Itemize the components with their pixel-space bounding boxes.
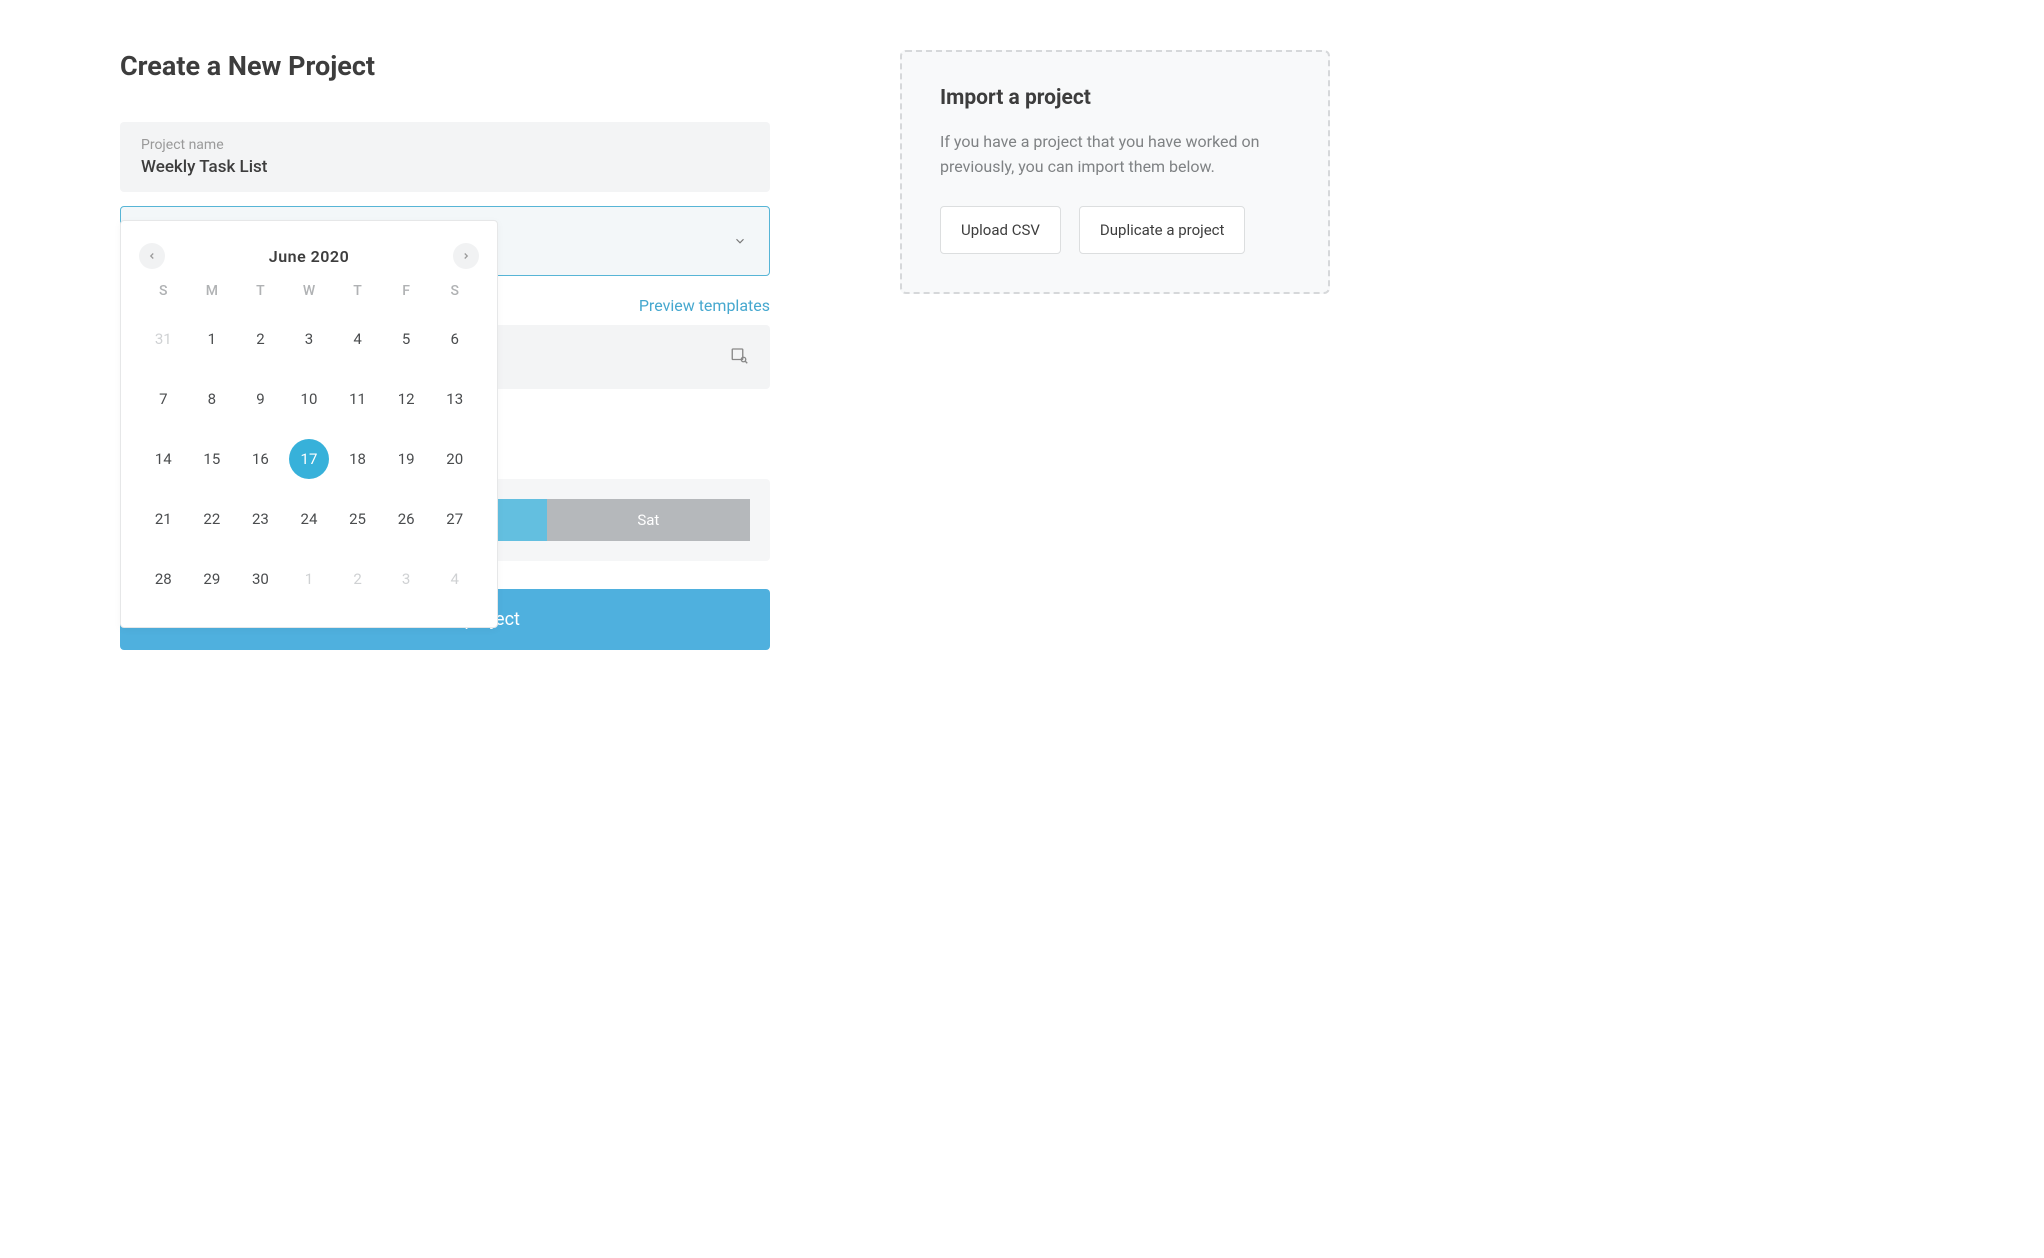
calendar-day[interactable]: 4: [338, 319, 378, 359]
calendar-day[interactable]: 5: [386, 319, 426, 359]
calendar-day[interactable]: 8: [192, 379, 232, 419]
chevron-down-icon: [733, 234, 747, 248]
calendar-dow: S: [139, 283, 188, 299]
calendar-day[interactable]: 11: [338, 379, 378, 419]
create-project-form: Create a New Project Project name Start …: [120, 50, 770, 650]
calendar-day[interactable]: 30: [240, 559, 280, 599]
page-title: Create a New Project: [120, 50, 770, 82]
calendar-day[interactable]: 2: [240, 319, 280, 359]
calendar-dow: F: [382, 283, 431, 299]
calendar-day[interactable]: 4: [435, 559, 475, 599]
calendar-day[interactable]: 31: [143, 319, 183, 359]
calendar-dow: S: [430, 283, 479, 299]
calendar-day[interactable]: 25: [338, 499, 378, 539]
calendar-day[interactable]: 9: [240, 379, 280, 419]
calendar-dow: M: [188, 283, 237, 299]
upload-csv-button[interactable]: Upload CSV: [940, 206, 1061, 254]
calendar-day[interactable]: 1: [289, 559, 329, 599]
calendar-day[interactable]: 26: [386, 499, 426, 539]
calendar-title: June 2020: [269, 247, 349, 266]
duplicate-project-button[interactable]: Duplicate a project: [1079, 206, 1246, 254]
calendar-day[interactable]: 14: [143, 439, 183, 479]
calendar-day[interactable]: 1: [192, 319, 232, 359]
calendar-day[interactable]: 6: [435, 319, 475, 359]
date-picker-popover: June 2020 SMTWTFS31123456789101112131415…: [120, 220, 498, 628]
calendar-day[interactable]: 2: [338, 559, 378, 599]
calendar-day[interactable]: 10: [289, 379, 329, 419]
calendar-day[interactable]: 3: [289, 319, 329, 359]
import-project-panel: Import a project If you have a project t…: [900, 50, 1330, 294]
calendar-day[interactable]: 23: [240, 499, 280, 539]
calendar-day[interactable]: 20: [435, 439, 475, 479]
calendar-dow: W: [285, 283, 334, 299]
calendar-day[interactable]: 24: [289, 499, 329, 539]
browse-icon: [730, 346, 748, 368]
calendar-day[interactable]: 7: [143, 379, 183, 419]
project-name-input[interactable]: [141, 157, 749, 177]
preview-templates-link[interactable]: Preview templates: [639, 296, 770, 315]
calendar-day[interactable]: 18: [338, 439, 378, 479]
calendar-day[interactable]: 22: [192, 499, 232, 539]
calendar-day[interactable]: 3: [386, 559, 426, 599]
calendar-day[interactable]: 19: [386, 439, 426, 479]
calendar-dow: T: [236, 283, 285, 299]
calendar-day[interactable]: 16: [240, 439, 280, 479]
calendar-day[interactable]: 28: [143, 559, 183, 599]
calendar-day[interactable]: 13: [435, 379, 475, 419]
calendar-day[interactable]: 12: [386, 379, 426, 419]
calendar-day[interactable]: 21: [143, 499, 183, 539]
calendar-dow: T: [333, 283, 382, 299]
import-description: If you have a project that you have work…: [940, 130, 1290, 180]
project-name-label: Project name: [141, 137, 749, 153]
import-title: Import a project: [940, 86, 1290, 110]
calendar-day[interactable]: 17: [289, 439, 329, 479]
calendar-day[interactable]: 15: [192, 439, 232, 479]
calendar-prev-button[interactable]: [139, 243, 165, 269]
day-pill-sat[interactable]: Sat: [547, 499, 750, 541]
calendar-day[interactable]: 27: [435, 499, 475, 539]
calendar-next-button[interactable]: [453, 243, 479, 269]
calendar-day[interactable]: 29: [192, 559, 232, 599]
project-name-field[interactable]: Project name: [120, 122, 770, 192]
